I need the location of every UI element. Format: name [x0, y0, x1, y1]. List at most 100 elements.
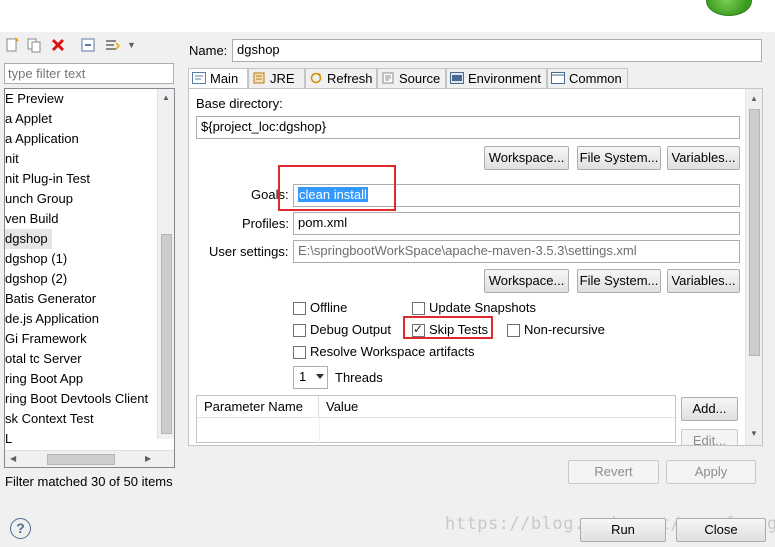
tab-common[interactable]: Common: [547, 68, 628, 89]
user-settings-label: User settings:: [209, 244, 289, 259]
delete-icon[interactable]: [50, 37, 66, 53]
tree-item-e-preview[interactable]: E Preview: [5, 89, 64, 109]
tab-environment-label: Environment: [468, 71, 541, 86]
tab-environment[interactable]: Environment: [446, 68, 547, 89]
scroll-right-icon[interactable]: ▶: [145, 454, 151, 464]
tree-item-mybatis-generator[interactable]: Batis Generator: [5, 289, 96, 309]
file-system-button-2[interactable]: File System...: [577, 269, 661, 293]
tab-bar: Main JRE Refresh Source Environment Comm…: [188, 68, 763, 90]
tree-item-task-context-test[interactable]: sk Context Test: [5, 409, 94, 429]
tab-source[interactable]: Source: [377, 68, 446, 89]
apply-button[interactable]: Apply: [666, 460, 756, 484]
offline-checkbox[interactable]: [293, 302, 306, 315]
file-system-button[interactable]: File System...: [577, 146, 661, 170]
window-top-strip: [0, 0, 775, 32]
threads-label: Threads: [335, 370, 383, 385]
panel-scroll-thumb[interactable]: [749, 109, 760, 356]
tree-item-maven-build[interactable]: ven Build: [5, 209, 58, 229]
variables-button[interactable]: Variables...: [667, 146, 740, 170]
environment-icon: [450, 72, 464, 84]
config-tree: E Preview a Applet a Application nit nit…: [4, 88, 175, 468]
run-button[interactable]: Run: [580, 518, 666, 542]
left-toolbar: ▼: [0, 34, 180, 58]
skip-tests-annotation-box: [403, 316, 493, 339]
tree-item-applet[interactable]: a Applet: [5, 109, 52, 129]
offline-label: Offline: [310, 300, 348, 315]
new-config-icon[interactable]: [4, 37, 20, 53]
name-field[interactable]: dgshop: [232, 39, 762, 62]
tab-main-label: Main: [210, 71, 239, 86]
non-recursive-label: Non-recursive: [524, 322, 605, 337]
filter-status: Filter matched 30 of 50 items: [5, 474, 173, 489]
scroll-up-icon[interactable]: ▲: [162, 93, 170, 103]
tree-item-junit-plugin[interactable]: nit Plug-in Test: [5, 169, 90, 189]
workspace-button[interactable]: Workspace...: [484, 146, 569, 170]
tab-source-label: Source: [399, 71, 441, 86]
refresh-icon: [310, 72, 322, 84]
chevron-down-icon: [316, 374, 324, 379]
tab-refresh[interactable]: Refresh: [305, 68, 377, 89]
source-icon: [382, 72, 394, 84]
user-settings-field[interactable]: E:\springbootWorkSpace\apache-maven-3.5.…: [293, 240, 740, 263]
revert-button[interactable]: Revert: [568, 460, 659, 484]
threads-value: 1: [299, 369, 307, 384]
tree-vertical-scrollbar[interactable]: ▲: [157, 89, 174, 439]
scroll-down-icon[interactable]: ▼: [750, 429, 758, 439]
threads-select[interactable]: 1: [293, 366, 328, 389]
tab-jre[interactable]: JRE: [248, 68, 305, 89]
parameter-table[interactable]: Parameter Name Value: [196, 395, 677, 444]
collapse-all-icon[interactable]: [80, 37, 96, 53]
close-button[interactable]: Close: [676, 518, 766, 542]
help-icon[interactable]: ?: [10, 518, 31, 539]
tab-refresh-label: Refresh: [327, 71, 373, 86]
tree-scroll-thumb[interactable]: [161, 234, 172, 434]
panel-vertical-scrollbar[interactable]: ▲ ▼: [745, 89, 762, 445]
tree-item-application[interactable]: a Application: [5, 129, 79, 149]
non-recursive-checkbox[interactable]: [507, 324, 520, 337]
tree-item-spring-boot-app[interactable]: ring Boot App: [5, 369, 83, 389]
main-tab-icon: [192, 72, 206, 84]
profiles-field[interactable]: pom.xml: [293, 212, 740, 235]
name-label: Name:: [189, 43, 228, 58]
tab-common-label: Common: [569, 71, 622, 86]
debug-output-checkbox[interactable]: [293, 324, 306, 337]
profiles-label: Profiles:: [242, 216, 289, 231]
resolve-workspace-label: Resolve Workspace artifacts: [310, 344, 475, 359]
tree-horizontal-scrollbar[interactable]: ◀ ▶: [5, 450, 174, 467]
param-name-header[interactable]: Parameter Name: [197, 396, 319, 418]
debug-output-label: Debug Output: [310, 322, 391, 337]
common-icon: [551, 72, 565, 84]
tab-main[interactable]: Main: [188, 68, 248, 90]
tree-item-nodejs-app[interactable]: de.js Application: [5, 309, 99, 329]
workspace-button-2[interactable]: Workspace...: [484, 269, 569, 293]
scroll-left-icon[interactable]: ◀: [10, 454, 16, 464]
jre-icon: [253, 72, 265, 84]
goals-annotation-box: [278, 165, 396, 211]
add-button[interactable]: Add...: [681, 397, 738, 421]
tree-item-xsl[interactable]: L: [5, 429, 12, 449]
column-divider: [319, 418, 320, 444]
base-directory-label: Base directory:: [196, 96, 283, 111]
main-tab-panel: Base directory: ${project_loc:dgshop} Wo…: [188, 88, 763, 446]
filter-input[interactable]: [4, 63, 174, 84]
edit-button[interactable]: Edit...: [681, 429, 738, 445]
variables-button-2[interactable]: Variables...: [667, 269, 740, 293]
scroll-up-icon[interactable]: ▲: [750, 94, 758, 104]
tree-item-spring-devtools[interactable]: ring Boot Devtools Client: [5, 389, 148, 409]
tree-item-tc-server[interactable]: otal tc Server: [5, 349, 82, 369]
update-snapshots-label: Update Snapshots: [429, 300, 536, 315]
tree-item-launch-group[interactable]: unch Group: [5, 189, 73, 209]
param-value-header[interactable]: Value: [319, 396, 677, 418]
tree-item-dgshop-1[interactable]: dgshop (1): [5, 249, 67, 269]
tree-hscroll-thumb[interactable]: [47, 454, 115, 465]
base-directory-field[interactable]: ${project_loc:dgshop}: [196, 116, 740, 139]
resolve-workspace-checkbox[interactable]: [293, 346, 306, 359]
tree-item-dgshop-2[interactable]: dgshop (2): [5, 269, 67, 289]
update-snapshots-checkbox[interactable]: [412, 302, 425, 315]
tree-item-osgi-framework[interactable]: Gi Framework: [5, 329, 87, 349]
duplicate-icon[interactable]: [26, 37, 42, 53]
chevron-down-icon[interactable]: ▼: [127, 40, 136, 50]
tree-item-dgshop[interactable]: dgshop: [5, 229, 52, 249]
tree-item-junit[interactable]: nit: [5, 149, 19, 169]
filter-icon[interactable]: [104, 37, 120, 53]
